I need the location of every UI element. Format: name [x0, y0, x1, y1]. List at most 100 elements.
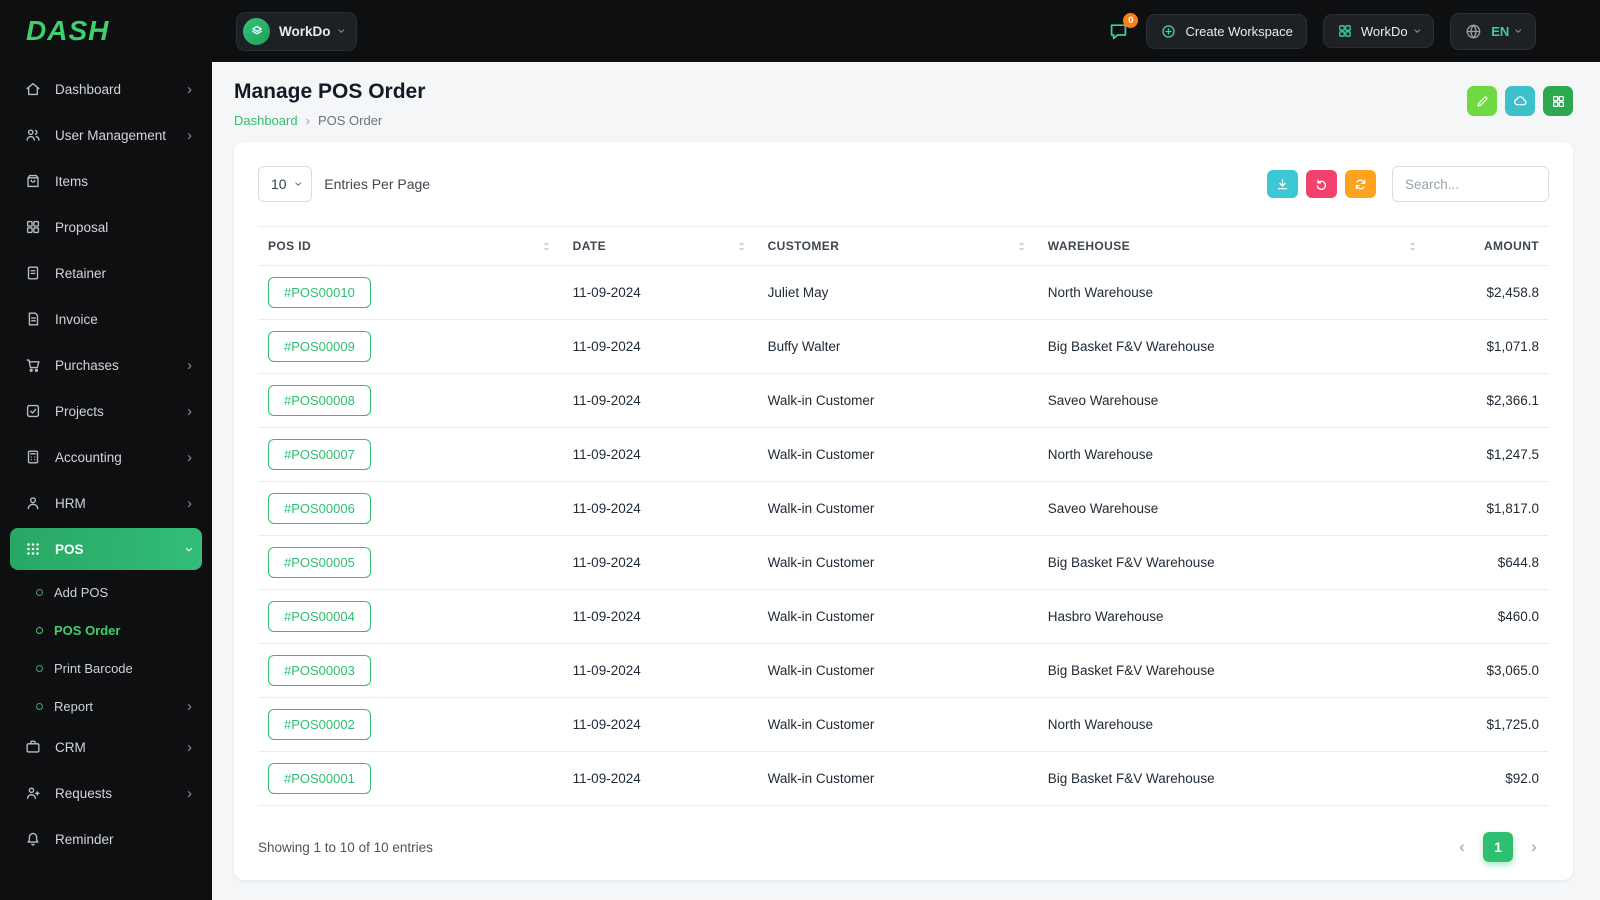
pos-id-cell: #POS00002	[258, 697, 563, 752]
column-header-warehouse[interactable]: WAREHOUSE	[1037, 226, 1429, 266]
sidebar-item-invoice[interactable]: Invoice	[10, 298, 202, 340]
grid-view-button[interactable]	[1543, 86, 1573, 116]
person-icon	[24, 494, 42, 512]
customer-cell: Buffy Walter	[757, 319, 1038, 374]
sidebar-subitem-label: POS Order	[54, 623, 121, 638]
sidebar-subitem-label: Report	[54, 699, 94, 714]
sidebar-item-proposal[interactable]: Proposal	[10, 206, 202, 248]
pos-id-button[interactable]: #POS00006	[268, 493, 371, 524]
company-menu-button[interactable]: WorkDo ›	[1322, 14, 1435, 48]
export-button[interactable]	[1267, 170, 1298, 198]
sidebar-item-hrm[interactable]: HRM ›	[10, 482, 202, 524]
warehouse-cell: Saveo Warehouse	[1037, 481, 1429, 536]
pos-id-button[interactable]: #POS00007	[268, 439, 371, 470]
sidebar-item-pos[interactable]: POS ›	[10, 528, 202, 570]
sidebar-item-print-barcode[interactable]: Print Barcode	[10, 650, 202, 687]
sidebar-item-user-management[interactable]: User Management ›	[10, 114, 202, 156]
customer-cell: Walk-in Customer	[757, 697, 1038, 752]
sidebar-item-label: Accounting	[55, 449, 122, 465]
sidebar-item-label: CRM	[55, 739, 86, 755]
refresh-button[interactable]	[1345, 170, 1376, 198]
chevron-right-icon: ›	[187, 494, 192, 512]
sidebar-item-report[interactable]: Report ›	[10, 688, 202, 725]
submenu-bullet-icon	[36, 703, 43, 710]
amount-cell: $92.0	[1428, 751, 1549, 806]
customer-cell: Walk-in Customer	[757, 535, 1038, 590]
pagination: ‹ 1 ›	[1447, 832, 1549, 862]
page-number-button[interactable]: 1	[1483, 832, 1513, 862]
create-workspace-button[interactable]: Create Workspace	[1146, 13, 1307, 49]
sidebar-item-reminder[interactable]: Reminder	[10, 818, 202, 860]
sort-icon	[1015, 240, 1028, 253]
customer-cell: Juliet May	[757, 265, 1038, 320]
sidebar-item-label: POS	[55, 541, 84, 557]
amount-cell: $460.0	[1428, 589, 1549, 644]
next-page-button[interactable]: ›	[1519, 832, 1549, 862]
chevron-right-icon: ›	[187, 356, 192, 374]
sidebar-item-dashboard[interactable]: Dashboard ›	[10, 68, 202, 110]
pos-id-button[interactable]: #POS00010	[268, 277, 371, 308]
pos-id-button[interactable]: #POS00002	[268, 709, 371, 740]
messages-button[interactable]: 0	[1107, 12, 1139, 43]
amount-cell: $1,247.5	[1428, 427, 1549, 482]
pos-id-cell: #POS00009	[258, 319, 563, 374]
column-header-date[interactable]: DATE	[562, 226, 758, 266]
sidebar-item-pos-order[interactable]: POS Order	[10, 612, 202, 649]
company-menu-label: WorkDo	[1360, 23, 1408, 39]
sidebar-item-purchases[interactable]: Purchases ›	[10, 344, 202, 386]
sidebar-item-retainer[interactable]: Retainer	[10, 252, 202, 294]
search-input[interactable]	[1392, 166, 1549, 202]
breadcrumb-dashboard-link[interactable]: Dashboard	[234, 113, 298, 128]
user-plus-icon	[24, 784, 42, 802]
amount-cell: $2,366.1	[1428, 373, 1549, 428]
sidebar-item-projects[interactable]: Projects ›	[10, 390, 202, 432]
warehouse-cell: Big Basket F&V Warehouse	[1037, 319, 1429, 374]
amount-cell: $644.8	[1428, 535, 1549, 590]
pos-id-button[interactable]: #POS00003	[268, 655, 371, 686]
sidebar-item-requests[interactable]: Requests ›	[10, 772, 202, 814]
table-row: #POS00004 11-09-2024 Walk-in Customer Ha…	[258, 589, 1549, 644]
check-square-icon	[24, 402, 42, 420]
pos-id-button[interactable]: #POS00009	[268, 331, 371, 362]
date-cell: 11-09-2024	[562, 265, 758, 320]
breadcrumb-current: POS Order	[317, 113, 383, 128]
column-header-amount[interactable]: AMOUNT	[1428, 226, 1549, 266]
language-selector[interactable]: EN ›	[1450, 12, 1536, 50]
pos-id-button[interactable]: #POS00005	[268, 547, 371, 578]
sidebar-item-items[interactable]: Items	[10, 160, 202, 202]
edit-button[interactable]	[1467, 86, 1497, 116]
sidebar-item-accounting[interactable]: Accounting ›	[10, 436, 202, 478]
sidebar-subitem-label: Print Barcode	[54, 661, 133, 676]
sidebar-nav: Dashboard › User Management › Items Prop…	[0, 62, 212, 874]
sidebar-item-add-pos[interactable]: Add POS	[10, 574, 202, 611]
reset-button[interactable]	[1306, 170, 1337, 198]
table-row: #POS00002 11-09-2024 Walk-in Customer No…	[258, 697, 1549, 752]
entries-per-page-select[interactable]: 10 ›	[258, 166, 313, 202]
chevron-down-icon: ›	[181, 546, 198, 552]
chevron-left-icon: ‹	[1459, 837, 1465, 856]
breadcrumb-separator-icon: ›	[305, 113, 310, 128]
brand-logo[interactable]: DASH	[0, 0, 212, 62]
previous-page-button[interactable]: ‹	[1447, 832, 1477, 862]
pos-id-button[interactable]: #POS00004	[268, 601, 371, 632]
refresh-icon	[1355, 179, 1366, 189]
pos-id-button[interactable]: #POS00001	[268, 763, 371, 794]
workspace-selector[interactable]: WorkDo ›	[236, 11, 358, 51]
sidebar-item-label: Purchases	[55, 357, 119, 373]
customer-cell: Walk-in Customer	[757, 481, 1038, 536]
pos-id-cell: #POS00010	[258, 265, 563, 320]
warehouse-cell: North Warehouse	[1037, 427, 1429, 482]
sidebar-item-label: Proposal	[55, 219, 109, 235]
brand-logo-text: DASH	[26, 15, 110, 46]
layout-grid-icon	[24, 218, 42, 236]
export-cloud-button[interactable]	[1505, 86, 1535, 116]
sidebar-item-crm[interactable]: CRM ›	[10, 726, 202, 768]
column-header-customer[interactable]: CUSTOMER	[757, 226, 1038, 266]
pos-id-button[interactable]: #POS00008	[268, 385, 371, 416]
column-header-pos-id[interactable]: POS ID	[258, 226, 563, 266]
sidebar-subitem-label: Add POS	[54, 585, 109, 600]
date-cell: 11-09-2024	[562, 589, 758, 644]
users-icon	[24, 126, 42, 144]
chevron-right-icon: ›	[187, 126, 192, 144]
amount-cell: $1,817.0	[1428, 481, 1549, 536]
